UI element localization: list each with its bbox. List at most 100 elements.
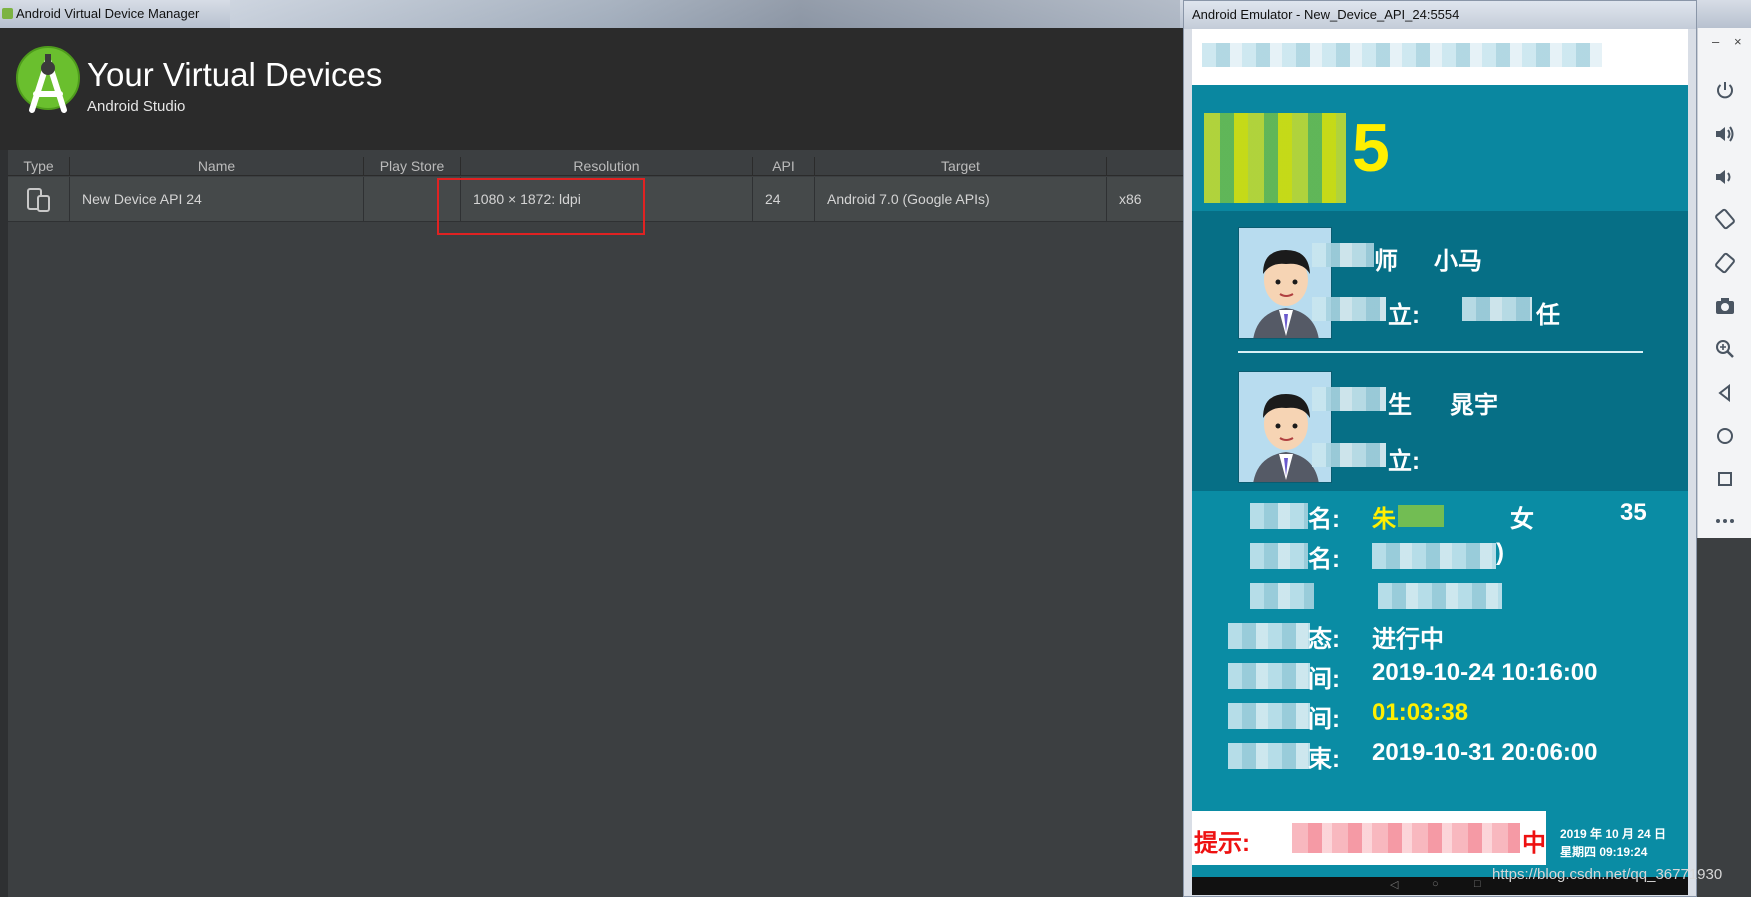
column-name[interactable]: Name — [70, 157, 364, 176]
patient-age: 35 — [1620, 499, 1647, 526]
column-api[interactable]: API — [753, 157, 815, 176]
start-time: 2019-10-24 10:16:00 — [1372, 659, 1598, 686]
info-row2-label: 名: — [1308, 546, 1340, 573]
resolution-highlight-box — [437, 178, 645, 235]
close-button[interactable]: × — [1734, 34, 1742, 49]
minimize-button[interactable]: – — [1712, 34, 1719, 49]
emulator-title: Android Emulator - New_Device_API_24:555… — [1184, 1, 1696, 29]
overview-icon[interactable] — [1710, 464, 1740, 494]
avd-window-title: Android Virtual Device Manager — [16, 6, 200, 21]
page-subtitle: Android Studio — [87, 98, 186, 115]
back-icon[interactable] — [1710, 378, 1740, 408]
info-row-elapsed: 间: 01:03:38 — [1192, 695, 1688, 735]
nav-home-icon[interactable]: ○ — [1432, 878, 1439, 890]
zoom-icon[interactable] — [1710, 334, 1740, 364]
page-title: Your Virtual Devices — [87, 56, 383, 93]
info-row-name: 名: 朱 女 35 — [1192, 495, 1688, 535]
devices-icon — [27, 188, 50, 212]
patient-info-panel: 名: 朱 女 35 名: ) 态: 进行中 间: 2019-10-24 10:1… — [1192, 491, 1688, 811]
staff-divider — [1238, 351, 1643, 353]
blurred-value — [1378, 583, 1502, 609]
blurred-label — [1228, 663, 1310, 689]
name-cell: New Device API 24 — [70, 177, 364, 222]
power-icon[interactable] — [1710, 75, 1740, 105]
blurred-value — [1398, 505, 1444, 527]
blurred-label — [1312, 443, 1386, 467]
screenshot-root: Android Virtual Device Manager Your Virt… — [0, 0, 1751, 897]
end-time: 2019-10-31 20:06:00 — [1372, 739, 1598, 766]
column-play-store[interactable]: Play Store — [364, 157, 461, 176]
camera-icon[interactable] — [1710, 291, 1740, 321]
notice-label: 提示: — [1194, 830, 1250, 857]
api-cell: 24 — [753, 177, 815, 222]
column-target[interactable]: Target — [815, 157, 1107, 176]
left-edge — [0, 150, 8, 897]
home-icon[interactable] — [1710, 421, 1740, 451]
blurred-value — [1462, 297, 1532, 321]
blurred-label — [1312, 297, 1386, 321]
screen-top-bar — [1192, 29, 1688, 85]
watermark: https://blog.csdn.net/qq_36771930 — [1492, 866, 1723, 883]
status-label: 态: — [1308, 626, 1340, 653]
rotate-right-icon[interactable] — [1710, 248, 1740, 278]
nav-back-icon[interactable]: ◁ — [1390, 878, 1398, 891]
info-row-3 — [1192, 575, 1688, 615]
background-taskbar — [230, 0, 1180, 28]
room-number: 5 — [1352, 110, 1390, 186]
staff-2-name-label: 生 — [1388, 392, 1412, 419]
clock-date: 2019 年 10 月 24 日 — [1560, 827, 1667, 841]
notice-right: 中 — [1522, 830, 1546, 857]
room-header: 5 — [1192, 85, 1688, 211]
emulator-toolbar: – × — [1697, 28, 1751, 538]
column-resolution[interactable]: Resolution — [461, 157, 753, 176]
patient-gender: 女 — [1510, 506, 1534, 533]
blurred-value — [1372, 543, 1496, 569]
rotate-left-icon[interactable] — [1710, 204, 1740, 234]
volume-down-icon[interactable] — [1710, 162, 1740, 192]
blurred-label — [1228, 623, 1310, 649]
patient-name: 朱 — [1372, 506, 1396, 533]
staff-2-name: 晁宇 — [1450, 392, 1498, 419]
avd-header: Your Virtual Devices Android Studio — [0, 28, 1185, 150]
staff-2-role-label: 立: — [1388, 448, 1420, 475]
blurred-label — [1228, 743, 1310, 769]
staff-1-role: 任 — [1536, 302, 1560, 329]
info-row-start: 间: 2019-10-24 10:16:00 — [1192, 655, 1688, 695]
elapsed-label: 间: — [1308, 706, 1340, 733]
blurred-label — [1250, 543, 1308, 569]
blurred-room-name — [1204, 113, 1346, 203]
blurred-notice — [1292, 823, 1520, 853]
emulator-window: Android Emulator - New_Device_API_24:555… — [1183, 0, 1697, 897]
volume-up-icon[interactable] — [1710, 119, 1740, 149]
blurred-label — [1250, 503, 1308, 529]
device-screen: 5 师 小马 立: 任 生 晁宇 立: 名: 朱 女 35 名:) 态: 进行… — [1192, 29, 1688, 895]
end-label: 束: — [1308, 746, 1340, 773]
more-icon[interactable] — [1710, 506, 1740, 536]
staff-1-role-label: 立: — [1388, 302, 1420, 329]
blurred-label — [1312, 387, 1386, 411]
blurred-title — [1202, 43, 1602, 67]
clock-time: 星期四 09:19:24 — [1560, 845, 1648, 859]
info-row-2: 名: ) — [1192, 535, 1688, 575]
android-app-icon — [2, 8, 13, 19]
column-cpu[interactable] — [1107, 157, 1185, 176]
blurred-label — [1228, 703, 1310, 729]
type-cell — [8, 177, 70, 222]
elapsed-time: 01:03:38 — [1372, 699, 1469, 726]
status-value: 进行中 — [1372, 626, 1444, 653]
staff-1-name: 小马 — [1434, 248, 1482, 275]
notice-banner: 提示: 中 — [1192, 811, 1546, 865]
blurred-label — [1250, 583, 1314, 609]
info-row2-value: ) — [1496, 539, 1504, 566]
staff-1-name-label: 师 — [1374, 248, 1398, 275]
android-studio-logo — [16, 46, 80, 113]
nav-recents-icon[interactable]: □ — [1474, 878, 1481, 890]
table-header: Type Name Play Store Resolution API Targ… — [8, 157, 1185, 176]
staff-panel: 师 小马 立: 任 生 晁宇 立: — [1192, 211, 1688, 491]
cpu-cell: x86 — [1119, 191, 1142, 207]
start-label: 间: — [1308, 666, 1340, 693]
blurred-label — [1312, 243, 1374, 267]
column-type[interactable]: Type — [8, 157, 70, 176]
info-name-label: 名: — [1308, 506, 1340, 533]
info-row-end: 束: 2019-10-31 20:06:00 — [1192, 735, 1688, 775]
